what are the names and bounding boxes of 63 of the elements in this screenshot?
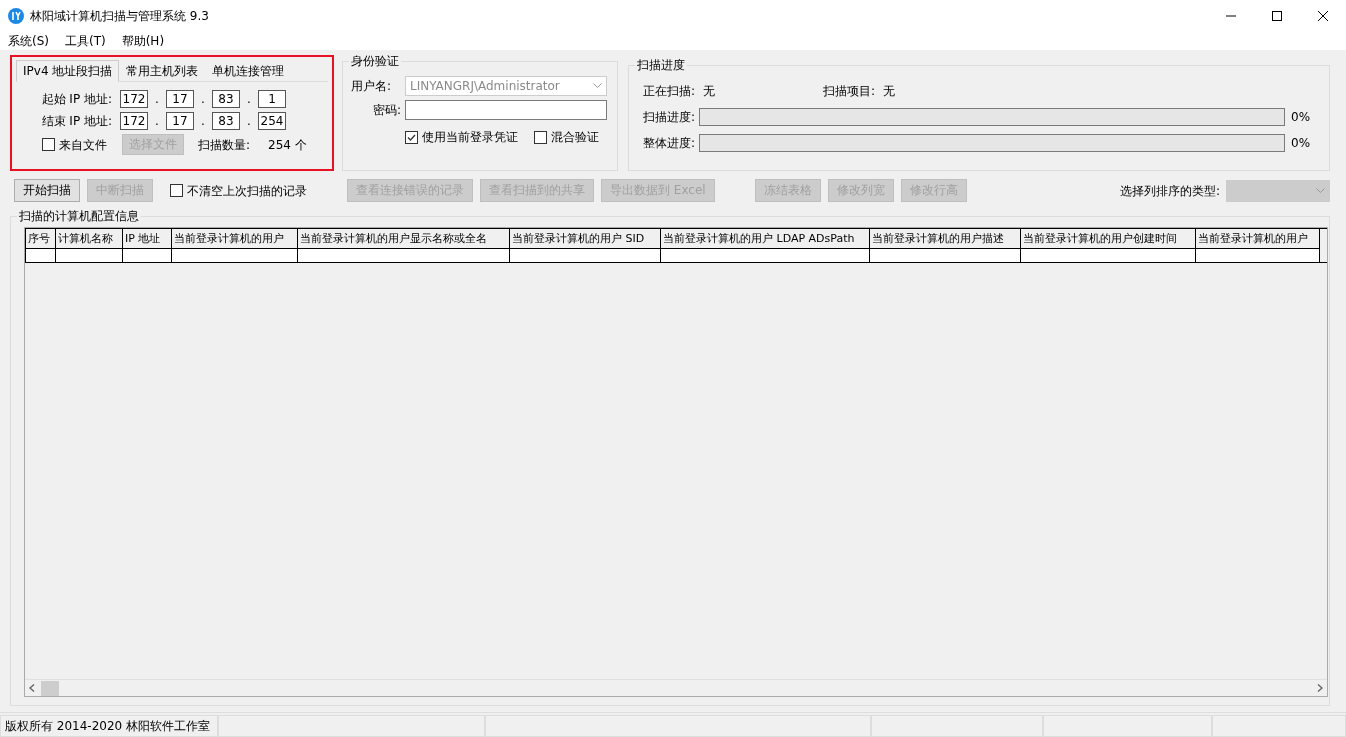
progress-percent: 0% <box>1291 135 1312 152</box>
password-field[interactable] <box>405 100 607 120</box>
checkbox[interactable]: 不清空上次扫描的记录 <box>170 181 307 200</box>
ip-octet-field[interactable]: 17 <box>166 90 194 108</box>
ip-octet-field[interactable]: 1 <box>258 90 286 108</box>
progress-percent: 0% <box>1291 109 1312 126</box>
horizontal-scrollbar[interactable] <box>25 679 1327 696</box>
ip-octet-field[interactable]: 83 <box>212 112 240 130</box>
dot-separator: . <box>246 113 252 130</box>
tab[interactable]: 单机连接管理 <box>205 60 292 82</box>
app-logo-icon <box>8 8 24 24</box>
checkbox[interactable]: 来自文件 <box>42 135 122 154</box>
column-header[interactable]: 当前登录计算机的用户 <box>1196 229 1320 249</box>
field-label: 起始 IP 地址: <box>40 91 113 108</box>
field-label: 正在扫描: <box>643 83 696 100</box>
field-label: 扫描项目: <box>823 83 876 100</box>
scan-status: 无 <box>703 83 717 100</box>
dot-separator: . <box>200 113 206 130</box>
menu-item[interactable]: 工具(T) <box>57 32 114 50</box>
field-label: 用户名: <box>351 78 393 95</box>
ip-octet-field[interactable]: 254 <box>258 112 286 130</box>
column-header[interactable]: 当前登录计算机的用户创建时间 <box>1021 229 1196 249</box>
caret-icon <box>1316 187 1325 194</box>
column-header[interactable]: 当前登录计算机的用户描述 <box>870 229 1021 249</box>
column-header[interactable]: 当前登录计算机的用户 SID <box>510 229 661 249</box>
field-label: 整体进度: <box>643 135 696 152</box>
dot-separator: . <box>154 91 160 108</box>
scroll-thumb[interactable] <box>41 680 59 696</box>
scan-count-label: 扫描数量: <box>198 136 251 154</box>
status-text: 版权所有 2014-2020 林阳软件工作室 <box>0 715 218 737</box>
scan-item: 无 <box>883 83 896 100</box>
group-title: 扫描进度 <box>635 58 687 72</box>
start-scan-button[interactable]: 开始扫描 <box>14 179 80 202</box>
tab[interactable]: 常用主机列表 <box>119 60 206 82</box>
dot-separator: . <box>246 91 252 108</box>
menu-item[interactable]: 帮助(H) <box>113 32 173 50</box>
checkbox[interactable]: 混合验证 <box>534 128 599 146</box>
column-header[interactable]: 序号 <box>26 229 56 249</box>
field-label: 密码: <box>371 102 402 119</box>
checkbox[interactable]: 使用当前登录凭证 <box>405 128 518 146</box>
window-title: 林阳域计算机扫描与管理系统 9.3 <box>30 8 210 25</box>
column-header[interactable]: 当前登录计算机的用户显示名称或全名 <box>298 229 510 249</box>
menu-item[interactable]: 系统(S) <box>0 32 57 50</box>
column-header[interactable]: 当前登录计算机的用户 LDAP ADsPath <box>661 229 870 249</box>
ip-octet-field[interactable]: 172 <box>120 90 148 108</box>
tab[interactable]: IPv4 地址段扫描 <box>16 60 120 82</box>
close-icon[interactable] <box>1318 11 1328 21</box>
maximize-icon[interactable] <box>1272 11 1282 21</box>
dot-separator: . <box>154 113 160 130</box>
ip-octet-field[interactable]: 172 <box>120 112 148 130</box>
group-title: 身份验证 <box>349 54 401 68</box>
ip-octet-field[interactable]: 17 <box>166 112 194 130</box>
field-label: 结束 IP 地址: <box>40 113 113 130</box>
field-label: 扫描进度: <box>643 109 696 126</box>
caret-icon <box>593 83 602 89</box>
column-header[interactable]: IP 地址 <box>123 229 172 249</box>
ip-octet-field[interactable]: 83 <box>212 90 240 108</box>
column-header[interactable]: 当前登录计算机的用户 <box>172 229 298 249</box>
sort-label: 选择列排序的类型: <box>1119 182 1220 200</box>
group-title: 扫描的计算机配置信息 <box>17 209 141 223</box>
scan-count: 254 个 <box>268 136 307 154</box>
column-header[interactable]: 计算机名称 <box>56 229 123 249</box>
dot-separator: . <box>200 91 206 108</box>
